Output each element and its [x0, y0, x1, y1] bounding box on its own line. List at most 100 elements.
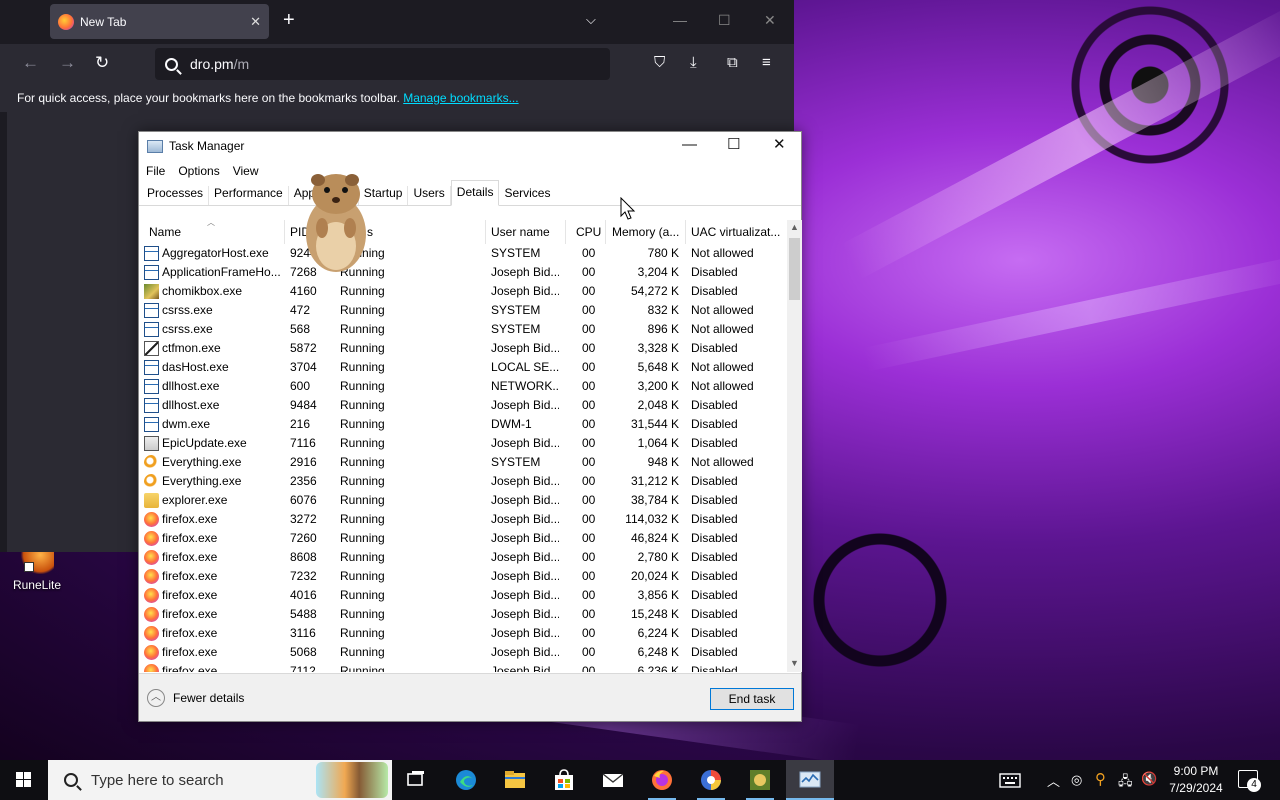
process-uac: Not allowed	[691, 455, 754, 469]
table-row[interactable]: firefox.exe 5068 Running Joseph Bid... 00 6,2…	[139, 643, 787, 662]
edge-icon[interactable]	[454, 768, 478, 792]
table-row[interactable]: csrss.exe 568 Running SYSTEM 00 896 K Not allo…	[139, 320, 787, 339]
table-row[interactable]: ctfmon.exe 5872 Running Joseph Bid... 00 3,32…	[139, 339, 787, 358]
clock[interactable]: 9:00 PM 7/29/2024	[1166, 763, 1226, 797]
minimize-icon[interactable]: —	[682, 136, 697, 154]
menu-file[interactable]: File	[146, 164, 165, 178]
process-ff-icon	[144, 626, 159, 641]
process-uac: Disabled	[691, 417, 738, 431]
task-manager-window: Task Manager — ☐ ✕ File Options View Pro…	[138, 131, 802, 722]
forward-arrow-icon[interactable]: →	[59, 54, 76, 72]
hamster-sticker	[306, 174, 366, 272]
table-row[interactable]: firefox.exe 7112 Running Joseph Bid... 00 6,2…	[139, 662, 787, 672]
start-button[interactable]	[0, 760, 48, 800]
process-cpu: 00	[582, 607, 596, 621]
network-icon[interactable]: 🖧	[1118, 772, 1133, 794]
downloads-icon[interactable]: ⤓	[690, 54, 697, 72]
column-uac[interactable]: UAC virtualizat...	[691, 225, 780, 239]
pocket-icon[interactable]: ⛉	[654, 54, 665, 72]
table-row[interactable]: firefox.exe 3272 Running Joseph Bid... 00 114…	[139, 510, 787, 529]
column-memory[interactable]: Memory (a...	[612, 225, 679, 239]
store-icon[interactable]	[552, 768, 576, 792]
vertical-scrollbar[interactable]: ▲ ▼	[787, 220, 802, 672]
process-uac: Not allowed	[691, 360, 754, 374]
column-divider[interactable]	[284, 220, 285, 244]
table-row[interactable]: chomikbox.exe 4160 Running Joseph Bid... 00 5…	[139, 282, 787, 301]
table-row[interactable]: Everything.exe 2916 Running SYSTEM 00 948 K No…	[139, 453, 787, 472]
task-view-icon[interactable]	[404, 768, 428, 792]
tab-processes[interactable]: Processes	[142, 186, 210, 205]
table-row[interactable]: ApplicationFrameHo... 7268 Running Joseph B…	[139, 263, 787, 282]
process-uac: Disabled	[691, 398, 738, 412]
task-manager-icon	[799, 771, 821, 788]
table-row[interactable]: Everything.exe 2356 Running Joseph Bid... 00…	[139, 472, 787, 491]
volume-muted-icon[interactable]: 🔇	[1141, 771, 1157, 787]
column-name[interactable]: Name	[149, 225, 181, 239]
scroll-up-icon[interactable]: ▲	[790, 222, 799, 232]
table-row[interactable]: dwm.exe 216 Running DWM-1 00 31,544 K Disabled	[139, 415, 787, 434]
address-bar[interactable]: dro.pm/m	[155, 48, 610, 80]
file-explorer-icon[interactable]	[503, 768, 527, 792]
menu-view[interactable]: View	[233, 164, 259, 178]
close-tab-icon[interactable]: ✕	[250, 14, 261, 30]
column-divider[interactable]	[485, 220, 486, 244]
tab-performance[interactable]: Performance	[209, 186, 289, 205]
task-manager-taskbar-button[interactable]	[786, 760, 834, 800]
table-row[interactable]: explorer.exe 6076 Running Joseph Bid... 00 38…	[139, 491, 787, 510]
new-tab-button[interactable]: +	[283, 10, 295, 30]
column-divider[interactable]	[605, 220, 606, 244]
menu-hamburger-icon[interactable]: ≡	[762, 54, 771, 72]
manage-bookmarks-link[interactable]: Manage bookmarks...	[403, 91, 518, 105]
process-uac: Disabled	[691, 607, 738, 621]
table-row[interactable]: firefox.exe 3116 Running Joseph Bid... 00 6,2…	[139, 624, 787, 643]
minimize-icon[interactable]: —	[673, 12, 687, 28]
table-row[interactable]: AggregatorHost.exe 9244 Running SYSTEM 00 780…	[139, 244, 787, 263]
tab-services[interactable]: Services	[499, 186, 555, 205]
back-arrow-icon[interactable]: ←	[22, 54, 39, 72]
table-row[interactable]: dasHost.exe 3704 Running LOCAL SE... 00 5,648…	[139, 358, 787, 377]
table-row[interactable]: dllhost.exe 600 Running NETWORK... 00 3,200 K…	[139, 377, 787, 396]
colorful-app-icon[interactable]	[699, 768, 723, 792]
process-user: Joseph Bid...	[491, 341, 559, 355]
mail-icon[interactable]	[601, 768, 625, 792]
game-app-icon[interactable]	[748, 768, 772, 792]
process-name: firefox.exe	[162, 645, 218, 659]
tab-details[interactable]: Details	[450, 180, 500, 206]
process-uac: Disabled	[691, 341, 738, 355]
table-row[interactable]: firefox.exe 4016 Running Joseph Bid... 00 3,8…	[139, 586, 787, 605]
process-status: Running	[340, 360, 385, 374]
task-manager-titlebar[interactable]: Task Manager — ☐ ✕	[139, 132, 801, 160]
table-row[interactable]: EpicUpdate.exe 7116 Running Joseph Bid... 00…	[139, 434, 787, 453]
maximize-icon[interactable]: ☐	[718, 12, 731, 29]
extensions-icon[interactable]: ⧉	[727, 54, 738, 72]
column-user-name[interactable]: User name	[491, 225, 550, 239]
webcam-icon[interactable]: ◎	[1071, 772, 1082, 788]
close-icon[interactable]: ✕	[773, 136, 786, 154]
menu-options[interactable]: Options	[178, 164, 219, 178]
table-row[interactable]: firefox.exe 5488 Running Joseph Bid... 00 15,…	[139, 605, 787, 624]
process-user: Joseph Bid...	[491, 398, 559, 412]
tab-users[interactable]: Users	[408, 186, 451, 205]
firefox-taskbar-icon[interactable]	[650, 768, 674, 792]
fewer-details-button[interactable]: ︿ Fewer details	[147, 689, 244, 707]
list-tabs-chevron-icon[interactable]: ⌵	[586, 12, 596, 28]
close-window-icon[interactable]: ✕	[764, 12, 776, 29]
table-row[interactable]: csrss.exe 472 Running SYSTEM 00 832 K Not allo…	[139, 301, 787, 320]
maximize-icon[interactable]: ☐	[727, 136, 740, 154]
table-row[interactable]: firefox.exe 7232 Running Joseph Bid... 00 20,…	[139, 567, 787, 586]
show-hidden-icons-chevron-icon[interactable]: ︿	[1047, 771, 1060, 790]
table-row[interactable]: firefox.exe 8608 Running Joseph Bid... 00 2,7…	[139, 548, 787, 567]
keyboard-icon[interactable]	[998, 768, 1022, 792]
scroll-down-icon[interactable]: ▼	[790, 658, 799, 668]
table-row[interactable]: firefox.exe 7260 Running Joseph Bid... 00 46,…	[139, 529, 787, 548]
column-divider[interactable]	[685, 220, 686, 244]
tab-new-tab[interactable]: New Tab ✕	[50, 4, 269, 39]
end-task-button[interactable]: End task	[710, 688, 794, 710]
column-cpu[interactable]: CPU	[576, 225, 601, 239]
everything-search-icon[interactable]: ⚲	[1095, 770, 1106, 788]
taskbar-search[interactable]: Type here to search	[48, 760, 392, 800]
scrollbar-thumb[interactable]	[789, 238, 800, 300]
table-row[interactable]: dllhost.exe 9484 Running Joseph Bid... 00 2,0…	[139, 396, 787, 415]
reload-icon[interactable]: ↻	[95, 54, 109, 72]
column-divider[interactable]	[565, 220, 566, 244]
